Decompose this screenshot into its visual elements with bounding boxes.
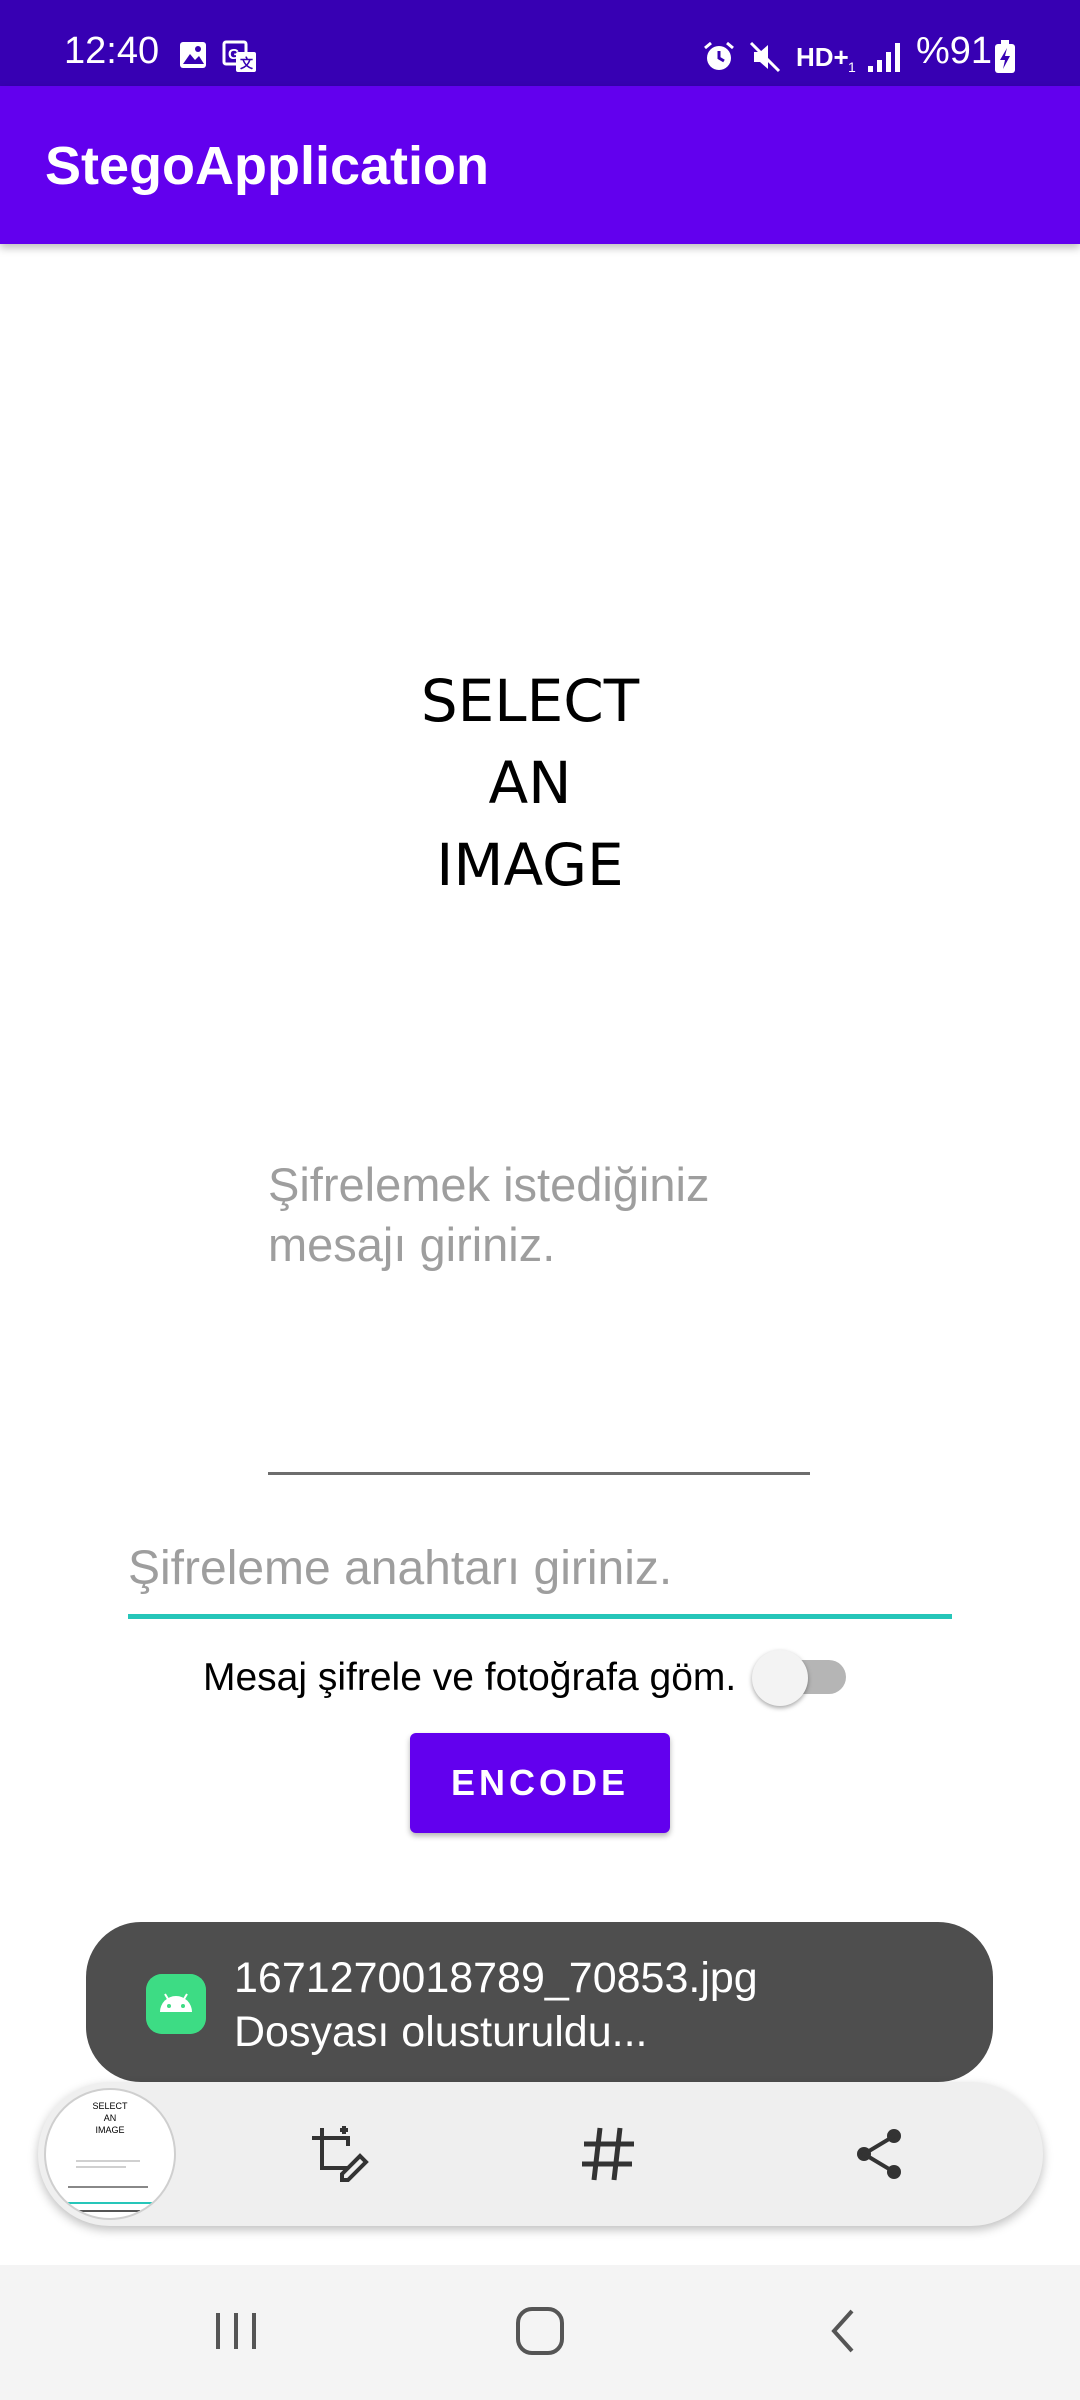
status-time: 12:40	[64, 30, 160, 72]
message-input[interactable]: Şifrelemek istediğiniz mesajı giriniz.	[268, 1155, 810, 1475]
android-app-icon	[146, 1974, 206, 2034]
navigation-bar	[0, 2265, 1080, 2400]
hashtag-icon[interactable]	[576, 2122, 640, 2186]
alarm-icon	[704, 41, 734, 70]
svg-text:文: 文	[240, 56, 254, 71]
battery-level: %91	[916, 30, 993, 72]
select-image-placeholder[interactable]: SELECT AN IMAGE	[380, 660, 680, 906]
screenshot-toolbar: SELECT AN IMAGE	[38, 2082, 1043, 2226]
battery-charging-icon	[995, 40, 1015, 73]
encrypt-toggle-label: Mesaj şifrele ve fotoğrafa göm.	[203, 1656, 737, 1699]
encrypt-switch-thumb[interactable]	[752, 1650, 808, 1706]
app-bar: StegoApplication	[0, 86, 1080, 244]
toast-filename: 1671270018789_70853.jpg	[234, 1954, 758, 2002]
key-input[interactable]: Şifreleme anahtarı giriniz.	[128, 1535, 952, 1619]
thumbnail-text: SELECT AN IMAGE	[92, 2101, 128, 2135]
message-input-placeholder: Şifrelemek istediğiniz mesajı giriniz.	[268, 1158, 710, 1271]
app-title: StegoApplication	[45, 136, 489, 196]
status-bar: 12:40 G 文 HD+ 1 %91	[0, 0, 1080, 86]
toast-status: Dosyası olusturuldu...	[234, 2008, 648, 2056]
home-icon[interactable]	[512, 2303, 568, 2359]
gallery-icon	[180, 42, 206, 68]
recents-icon[interactable]	[208, 2303, 264, 2359]
crop-edit-icon[interactable]	[308, 2122, 372, 2186]
svg-text:HD+: HD+	[796, 42, 849, 72]
signal-icon	[868, 43, 900, 72]
mute-icon	[749, 41, 781, 73]
encode-button[interactable]: ENCODE	[410, 1733, 670, 1833]
encrypt-toggle-row: Mesaj şifrele ve fotoğrafa göm.	[0, 1650, 1080, 1710]
share-icon[interactable]	[848, 2122, 912, 2186]
hd-plus-icon: HD+ 1	[796, 42, 856, 74]
key-input-placeholder: Şifreleme anahtarı giriniz.	[128, 1542, 673, 1595]
toast-message: 1671270018789_70853.jpg Dosyası olusturu…	[86, 1922, 993, 2082]
back-icon[interactable]	[816, 2303, 872, 2359]
select-image-text: SELECT AN IMAGE	[420, 667, 640, 899]
screenshot-thumbnail[interactable]: SELECT AN IMAGE	[44, 2088, 176, 2220]
translate-icon: G 文	[222, 40, 256, 72]
svg-text:1: 1	[848, 59, 856, 74]
